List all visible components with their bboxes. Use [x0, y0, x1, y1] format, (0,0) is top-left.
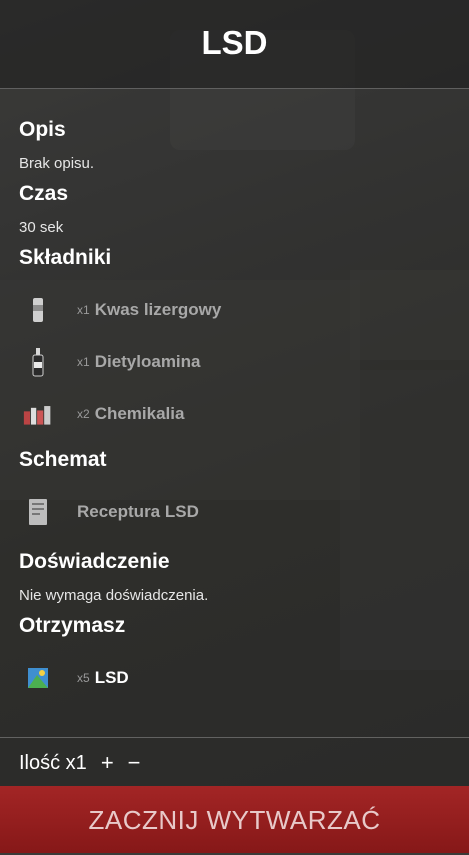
description-heading: Opis: [19, 118, 66, 141]
ingredient-name: Kwas lizergowy: [94, 300, 222, 319]
plus-button[interactable]: +: [101, 750, 114, 776]
ingredient-qty: x2: [77, 407, 90, 421]
output-list: x5 LSD: [19, 652, 450, 704]
bottle-icon: [23, 347, 53, 377]
time-text: 30 sek: [19, 219, 64, 236]
lsd-tab-icon: [23, 663, 53, 693]
experience-text: Nie wymaga doświadczenia.: [19, 587, 209, 604]
ingredient-item[interactable]: x1 Dietyloamina: [19, 336, 450, 388]
output-name: LSD: [94, 668, 129, 687]
start-crafting-button[interactable]: ZACZNIJ WYTWARZAĆ: [0, 786, 469, 853]
vial-icon: [23, 295, 53, 325]
ingredients-heading: Składniki: [19, 246, 112, 269]
page-title: LSD: [201, 24, 268, 61]
ingredient-name: Dietyloamina: [94, 352, 201, 371]
ingredients-list: x1 Kwas lizergowy x1 Dietyloamina x2 Che…: [19, 284, 450, 440]
output-item[interactable]: x5 LSD: [19, 652, 450, 704]
quantity-label: Ilość x1: [19, 751, 87, 774]
blueprint-item[interactable]: Receptura LSD: [19, 486, 450, 538]
chemicals-icon: [23, 399, 53, 429]
divider: [0, 737, 469, 738]
blueprint-name: Receptura LSD: [77, 502, 199, 521]
recipe-card-icon: [23, 497, 53, 527]
ingredient-qty: x1: [77, 303, 90, 317]
minus-button[interactable]: −: [128, 750, 141, 776]
recipe-details: Opis Brak opisu. Czas 30 sek Składniki x…: [19, 118, 450, 704]
blueprint-list: Receptura LSD: [19, 486, 450, 538]
ingredient-item[interactable]: x1 Kwas lizergowy: [19, 284, 450, 336]
quantity-stepper: Ilość x1 + −: [19, 750, 141, 776]
ingredient-name: Chemikalia: [94, 404, 185, 423]
ingredient-item[interactable]: x2 Chemikalia: [19, 388, 450, 440]
ingredient-qty: x1: [77, 355, 90, 369]
description-text: Brak opisu.: [19, 155, 95, 172]
output-qty: x5: [77, 671, 90, 685]
time-heading: Czas: [19, 182, 69, 205]
header: LSD: [0, 0, 469, 89]
output-heading: Otrzymasz: [19, 614, 126, 637]
experience-heading: Doświadczenie: [19, 550, 170, 573]
blueprint-heading: Schemat: [19, 448, 107, 471]
